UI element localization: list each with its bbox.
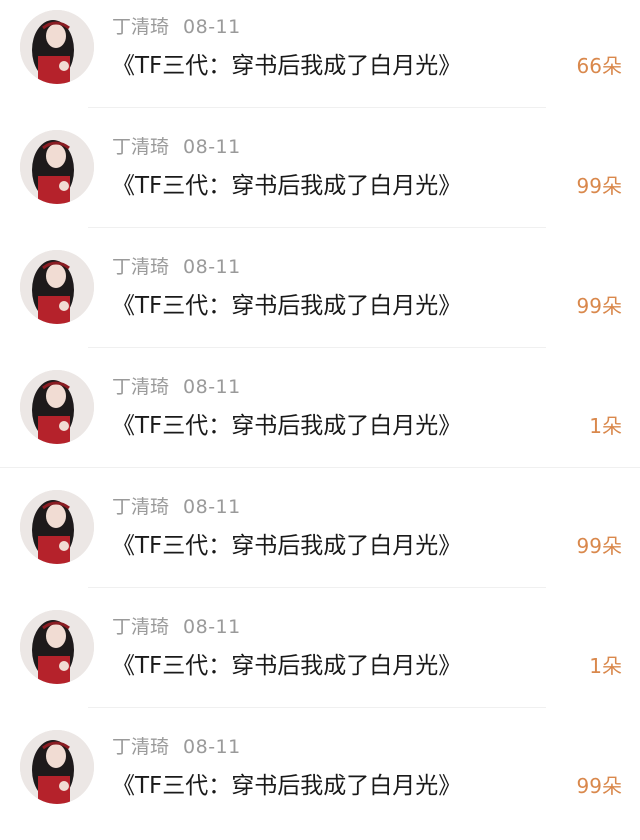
avatar-portrait-icon (20, 370, 94, 444)
sender-name: 丁清琦 (112, 496, 170, 518)
sender-line: 丁清琦 08-11 (112, 614, 241, 640)
gift-date: 08-11 (183, 616, 241, 638)
row-divider (0, 467, 640, 468)
gift-amount: 99朵 (576, 534, 622, 558)
list-item[interactable]: 丁清琦 08-11 《TF三代：穿书后我成了白月光》 99朵 (0, 480, 640, 600)
avatar-portrait-icon (20, 10, 94, 84)
avatar[interactable] (20, 610, 94, 684)
sender-line: 丁清琦 08-11 (112, 374, 241, 400)
book-title[interactable]: 《TF三代：穿书后我成了白月光》 (112, 289, 461, 323)
gift-record-list: 丁清琦 08-11 《TF三代：穿书后我成了白月光》 66朵 丁清琦 08-11 《… (0, 0, 640, 840)
sender-name: 丁清琦 (112, 136, 170, 158)
gift-date: 08-11 (183, 256, 241, 278)
row-divider (88, 227, 546, 228)
row-divider (88, 587, 546, 588)
avatar[interactable] (20, 490, 94, 564)
book-title[interactable]: 《TF三代：穿书后我成了白月光》 (112, 769, 461, 803)
gift-amount: 1朵 (589, 654, 622, 678)
gift-date: 08-11 (183, 16, 241, 38)
avatar-portrait-icon (20, 250, 94, 324)
gift-date: 08-11 (183, 376, 241, 398)
avatar[interactable] (20, 250, 94, 324)
avatar-portrait-icon (20, 490, 94, 564)
list-item[interactable]: 丁清琦 08-11 《TF三代：穿书后我成了白月光》 99朵 (0, 720, 640, 840)
list-item[interactable]: 丁清琦 08-11 《TF三代：穿书后我成了白月光》 99朵 (0, 120, 640, 240)
book-title[interactable]: 《TF三代：穿书后我成了白月光》 (112, 649, 461, 683)
book-title[interactable]: 《TF三代：穿书后我成了白月光》 (112, 409, 461, 443)
list-item[interactable]: 丁清琦 08-11 《TF三代：穿书后我成了白月光》 1朵 (0, 600, 640, 720)
avatar-portrait-icon (20, 730, 94, 804)
gift-amount: 99朵 (576, 174, 622, 198)
row-divider (88, 107, 546, 108)
gift-amount: 1朵 (589, 414, 622, 438)
sender-name: 丁清琦 (112, 256, 170, 278)
avatar[interactable] (20, 10, 94, 84)
sender-line: 丁清琦 08-11 (112, 254, 241, 280)
list-item[interactable]: 丁清琦 08-11 《TF三代：穿书后我成了白月光》 1朵 (0, 360, 640, 480)
book-title[interactable]: 《TF三代：穿书后我成了白月光》 (112, 169, 461, 203)
row-divider (88, 707, 546, 708)
sender-line: 丁清琦 08-11 (112, 494, 241, 520)
list-item[interactable]: 丁清琦 08-11 《TF三代：穿书后我成了白月光》 99朵 (0, 240, 640, 360)
gift-date: 08-11 (183, 736, 241, 758)
gift-date: 08-11 (183, 136, 241, 158)
avatar[interactable] (20, 730, 94, 804)
sender-name: 丁清琦 (112, 736, 170, 758)
gift-amount: 99朵 (576, 774, 622, 798)
sender-name: 丁清琦 (112, 616, 170, 638)
gift-amount: 66朵 (576, 54, 622, 78)
sender-line: 丁清琦 08-11 (112, 734, 241, 760)
list-item[interactable]: 丁清琦 08-11 《TF三代：穿书后我成了白月光》 66朵 (0, 0, 640, 120)
gift-amount: 99朵 (576, 294, 622, 318)
avatar-portrait-icon (20, 130, 94, 204)
sender-name: 丁清琦 (112, 16, 170, 38)
book-title[interactable]: 《TF三代：穿书后我成了白月光》 (112, 49, 461, 83)
book-title[interactable]: 《TF三代：穿书后我成了白月光》 (112, 529, 461, 563)
avatar[interactable] (20, 130, 94, 204)
row-divider (88, 347, 546, 348)
sender-line: 丁清琦 08-11 (112, 14, 241, 40)
avatar-portrait-icon (20, 610, 94, 684)
sender-name: 丁清琦 (112, 376, 170, 398)
sender-line: 丁清琦 08-11 (112, 134, 241, 160)
gift-date: 08-11 (183, 496, 241, 518)
avatar[interactable] (20, 370, 94, 444)
